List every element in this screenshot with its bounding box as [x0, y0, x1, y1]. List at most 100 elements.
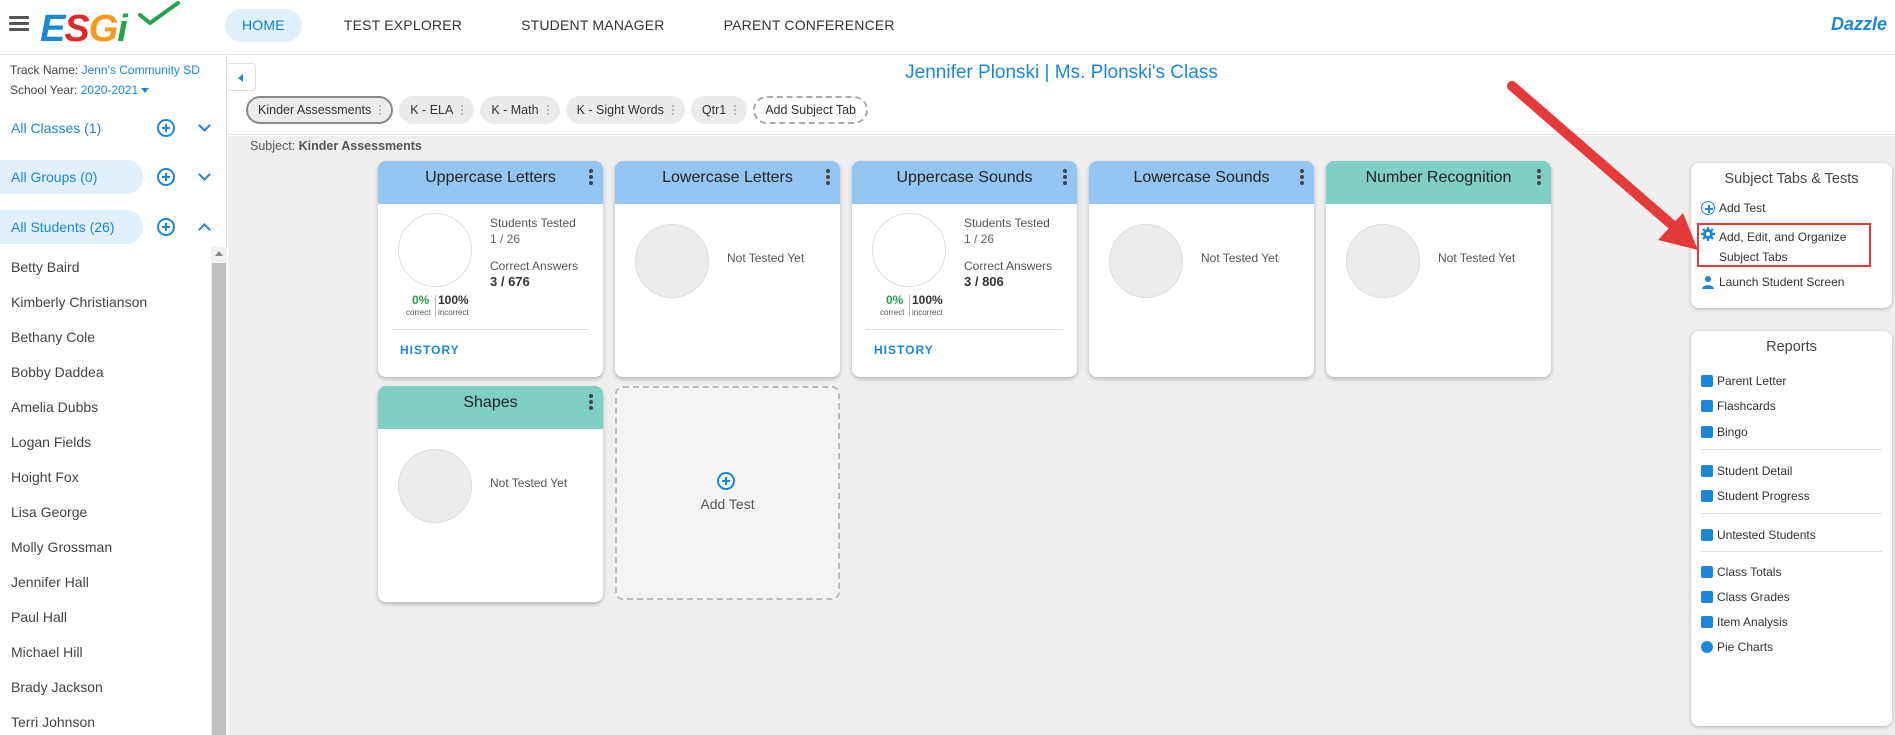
school-year-select[interactable]: 2020-2021: [81, 83, 138, 97]
student-list-item[interactable]: Hoight Fox: [0, 460, 211, 495]
progress-ring: [1346, 224, 1420, 298]
envelope-icon: [1701, 375, 1713, 387]
nav-home[interactable]: HOME: [225, 9, 302, 42]
add-group-icon[interactable]: [157, 168, 175, 186]
nav-test-explorer[interactable]: TEST EXPLORER: [327, 9, 479, 42]
test-card-uppercase-letters[interactable]: Uppercase Letters Students Tested 1 / 26…: [378, 161, 603, 377]
kebab-icon[interactable]: [734, 105, 737, 115]
tab-k-ela[interactable]: K - ELA: [399, 96, 475, 124]
sidebar-scrollbar[interactable]: [211, 247, 227, 735]
tab-qtr1[interactable]: Qtr1: [690, 96, 748, 124]
panel-title: Subject Tabs & Tests: [1724, 171, 1859, 187]
report-parent-letter[interactable]: Parent Letter: [1701, 374, 1786, 388]
launch-student-screen-link[interactable]: Launch Student Screen: [1701, 275, 1844, 289]
add-test-link[interactable]: Add Test: [1701, 201, 1765, 215]
tab-k-math[interactable]: K - Math: [480, 96, 560, 124]
student-list-item[interactable]: Logan Fields: [0, 425, 211, 460]
chevron-down-icon[interactable]: [198, 168, 211, 181]
class-title: Jennifer Plonski | Ms. Plonski's Class: [905, 62, 1218, 83]
report-student-progress[interactable]: Student Progress: [1701, 489, 1810, 503]
report-untested-students[interactable]: Untested Students: [1701, 528, 1816, 542]
list-icon: [1701, 529, 1713, 541]
subject-tabs-panel: Subject Tabs & Tests Add Test Add, Edit,…: [1691, 163, 1892, 308]
student-list-item[interactable]: Terri Johnson: [0, 705, 211, 735]
esgi-logo[interactable]: ESGi: [40, 1, 180, 49]
report-student-detail[interactable]: Student Detail: [1701, 464, 1792, 478]
dazzle-logo[interactable]: Dazzle: [1831, 14, 1887, 35]
student-list-item[interactable]: Lisa George: [0, 495, 211, 530]
track-name: Jenn's Community SD: [81, 63, 200, 77]
student-list-item[interactable]: Molly Grossman: [0, 530, 211, 565]
student-list-item[interactable]: Michael Hill: [0, 635, 211, 670]
all-students-link[interactable]: All Students (26): [0, 210, 143, 244]
progress-ring: [398, 449, 472, 523]
student-list-item[interactable]: Betty Baird: [0, 250, 211, 285]
student-list-item[interactable]: Jennifer Hall: [0, 565, 211, 600]
subject-tabs: Kinder Assessments K - ELA K - Math K - …: [246, 96, 869, 124]
kebab-icon[interactable]: [1063, 169, 1067, 185]
history-link[interactable]: HISTORY: [874, 343, 934, 357]
report-class-totals[interactable]: Class Totals: [1701, 565, 1781, 579]
kebab-icon[interactable]: [671, 105, 674, 115]
test-card-uppercase-sounds[interactable]: Uppercase Sounds Students Tested 1 / 26 …: [852, 161, 1077, 377]
sidebar: Track Name: Jenn's Community SD School Y…: [0, 55, 227, 735]
subject-line: Subject: Kinder Assessments: [250, 139, 422, 153]
add-subject-tab-button[interactable]: Add Subject Tab: [753, 96, 869, 124]
student-list-item[interactable]: Bobby Daddea: [0, 355, 211, 390]
all-classes-link[interactable]: All Classes (1): [0, 111, 112, 145]
menu-icon[interactable]: [9, 16, 29, 32]
add-class-icon[interactable]: [157, 119, 175, 137]
report-flashcards[interactable]: Flashcards: [1701, 399, 1776, 413]
student-list-item[interactable]: Paul Hall: [0, 600, 211, 635]
kebab-icon[interactable]: [1300, 169, 1304, 185]
star-icon: [1701, 591, 1713, 603]
kebab-icon[interactable]: [461, 105, 464, 115]
kebab-icon[interactable]: [1537, 169, 1541, 185]
student-list-item[interactable]: Brady Jackson: [0, 670, 211, 705]
kebab-icon[interactable]: [379, 105, 382, 115]
kebab-icon[interactable]: [546, 105, 549, 115]
kebab-icon[interactable]: [589, 169, 593, 185]
student-list-item[interactable]: Kimberly Christianson: [0, 285, 211, 320]
report-pie-charts[interactable]: Pie Charts: [1701, 640, 1773, 654]
bar-icon: [1701, 616, 1713, 628]
scroll-up-arrow-icon[interactable]: [215, 251, 223, 256]
scroll-thumb[interactable]: [212, 263, 226, 735]
tab-kinder-assessments[interactable]: Kinder Assessments: [246, 96, 394, 124]
nav-student-manager[interactable]: STUDENT MANAGER: [504, 9, 682, 42]
student-list: Betty Baird Kimberly Christianson Bethany …: [0, 250, 211, 735]
person-icon: [1702, 276, 1714, 289]
test-card-number-recognition[interactable]: Number Recognition Not Tested Yet: [1326, 161, 1551, 377]
add-test-card[interactable]: Add Test: [615, 386, 840, 600]
separator: [1701, 449, 1882, 450]
add-circle-icon: [1701, 201, 1715, 215]
highlight-box: [1697, 223, 1871, 267]
caret-down-icon[interactable]: [141, 88, 150, 94]
tab-k-sight-words[interactable]: K - Sight Words: [565, 96, 685, 124]
nav-parent-conferencer[interactable]: PARENT CONFERENCER: [707, 9, 912, 42]
student-list-item[interactable]: Amelia Dubbs: [0, 390, 211, 425]
chevron-down-icon[interactable]: [198, 119, 211, 132]
report-bingo[interactable]: Bingo: [1701, 425, 1748, 439]
test-card-lowercase-letters[interactable]: Lowercase Letters Not Tested Yet: [615, 161, 840, 377]
kebab-icon[interactable]: [826, 169, 830, 185]
separator: [1701, 513, 1882, 514]
card-title: Lowercase Letters: [615, 161, 840, 204]
report-item-analysis[interactable]: Item Analysis: [1701, 615, 1788, 629]
student-list-item[interactable]: Bethany Cole: [0, 320, 211, 355]
all-groups-link[interactable]: All Groups (0): [0, 160, 143, 194]
kebab-icon[interactable]: [589, 394, 593, 410]
panel-title: Reports: [1766, 339, 1817, 355]
table-icon: [1701, 566, 1713, 578]
chevron-up-icon[interactable]: [198, 223, 211, 236]
test-card-lowercase-sounds[interactable]: Lowercase Sounds Not Tested Yet: [1089, 161, 1314, 377]
card-title: Lowercase Sounds: [1089, 161, 1314, 204]
add-student-icon[interactable]: [157, 218, 175, 236]
history-link[interactable]: HISTORY: [400, 343, 460, 357]
track-info: Track Name: Jenn's Community SD School Y…: [10, 63, 200, 97]
report-class-grades[interactable]: Class Grades: [1701, 590, 1790, 604]
progress-ring: [398, 213, 472, 287]
top-bar: ESGi HOME TEST EXPLORER STUDENT MANAGER …: [0, 0, 1895, 55]
test-card-shapes[interactable]: Shapes Not Tested Yet: [378, 386, 603, 602]
grid-icon: [1701, 400, 1713, 412]
